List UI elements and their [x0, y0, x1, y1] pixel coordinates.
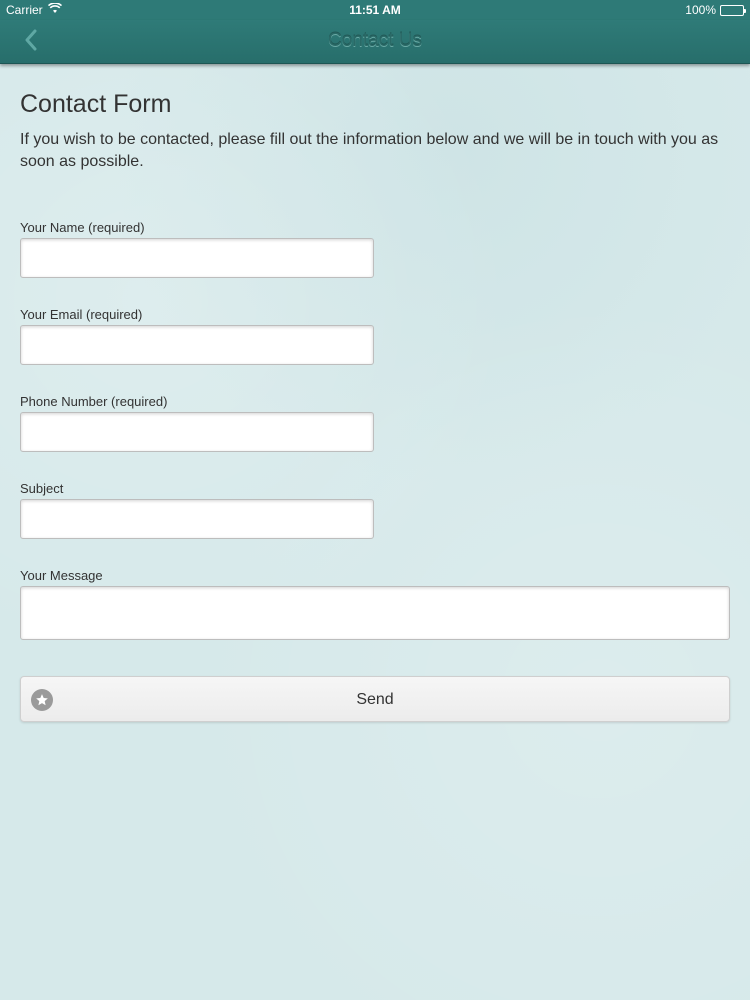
send-button[interactable]: Send	[20, 676, 730, 722]
form-header: Contact Form If you wish to be contacted…	[20, 90, 730, 173]
message-field-label: Your Message	[20, 568, 103, 583]
subject-field-label: Subject	[20, 481, 64, 496]
nav-title: Contact Us	[328, 30, 422, 51]
phone-field[interactable]	[20, 412, 374, 452]
name-field[interactable]	[20, 238, 374, 278]
phone-field-label: Phone Number (required)	[20, 394, 168, 409]
battery-icon	[720, 4, 746, 16]
status-time: 11:51 AM	[349, 3, 401, 17]
send-button-label: Send	[356, 691, 394, 708]
email-field-label: Your Email (required)	[20, 307, 143, 322]
status-bar: Carrier 11:51 AM 100%	[0, 0, 750, 20]
navigation-bar: Contact Us	[0, 20, 750, 64]
name-field-label: Your Name (required)	[20, 220, 145, 235]
battery-percent: 100%	[685, 3, 716, 17]
message-field[interactable]	[20, 586, 730, 640]
page-title: Contact Form	[20, 90, 172, 118]
subject-field[interactable]	[20, 499, 374, 539]
form-intro-text: If you wish to be contacted, please fill…	[20, 131, 719, 170]
status-right: 100%	[685, 3, 746, 17]
email-field[interactable]	[20, 325, 374, 365]
